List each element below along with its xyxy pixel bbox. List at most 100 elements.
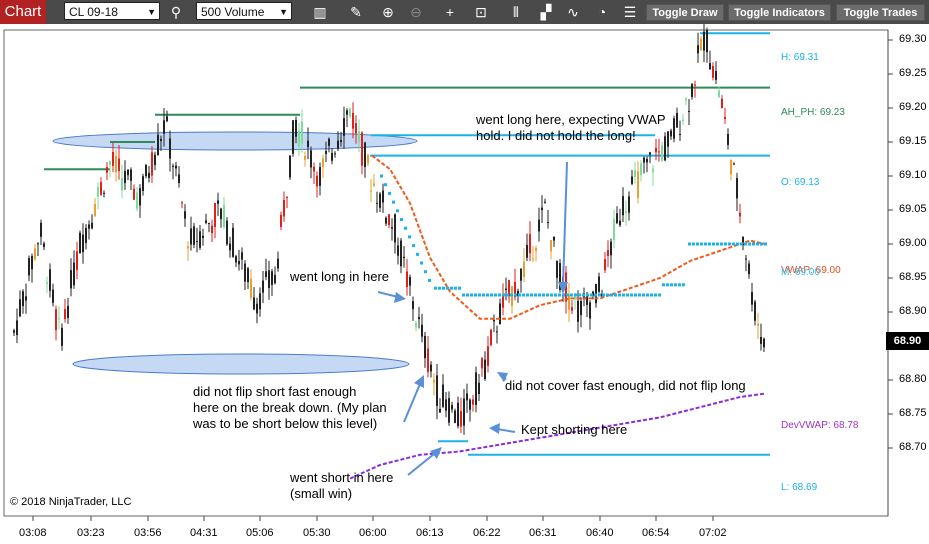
toggle-trades-button[interactable]: Toggle Trades [836,4,925,21]
candle-body [127,169,129,176]
candle-body [706,30,708,53]
candle-body [472,399,474,405]
vwap-dot [510,293,513,297]
candle-body [367,154,369,164]
vwap-dot [724,242,727,246]
bar-type-icon[interactable]: ⫴ [506,2,526,22]
vwap-dot [458,286,461,290]
chevron-down-icon: ▼ [279,7,288,17]
properties-icon[interactable]: ☰ [620,2,640,22]
instrument-selector[interactable]: CL 09-18 ▼ [64,2,160,20]
toggle-indicators-button[interactable]: Toggle Indicators [728,4,831,21]
candle-body [496,331,498,333]
y-tick-label: 69.30 [899,33,927,45]
candle-body [100,182,102,195]
vwap-dot [570,293,573,297]
vwap-dot [590,293,593,297]
toggle-draw-button[interactable]: Toggle Draw [646,4,724,21]
candle-body [169,138,171,159]
candle-body [319,167,321,186]
x-tick-label: 05:06 [246,527,274,539]
candle-body [145,165,147,177]
vwap-dot [696,242,699,246]
candle-body [37,243,39,245]
candle-body [256,303,258,314]
candle-body [61,327,63,346]
annotation-went-short-1: went short in here [290,470,394,485]
vwap-dot [396,209,399,213]
candle-body [262,280,264,293]
crosshair-icon[interactable]: + [440,2,460,22]
candle-body [223,204,225,227]
vwap-dot [642,293,645,297]
candle-body [175,165,177,169]
vwap-dot [658,293,661,297]
candle-body [757,323,759,326]
candle-body [160,138,162,142]
candle-body [316,175,318,187]
bars-icon[interactable]: ▥ [310,2,330,22]
vwap-dot [384,183,387,187]
vwap-dot [388,191,391,195]
search-icon[interactable]: ⚲ [166,2,186,22]
candle-body [445,399,447,411]
annotation-flip-short-3: was to be short below this level) [193,416,378,431]
candle-body [712,65,714,78]
zoom-in-icon[interactable]: ⊕ [378,2,398,22]
annotation-cover: did not cover fast enough, did not flip … [505,378,746,393]
candle-body [568,294,570,310]
candle-body [670,130,672,137]
vwap-dot [498,293,501,297]
candle-body [394,214,396,243]
candle-body [358,131,360,143]
pencil-icon[interactable]: ✎ [346,2,366,22]
candle-body [547,221,549,223]
price-chart[interactable] [0,24,929,544]
indicators-icon[interactable]: ∿ [563,2,583,22]
candle-body [505,288,507,290]
candle-body [520,268,522,281]
candle-body [142,176,144,191]
candle-body [55,309,57,330]
candle-body [607,249,609,256]
candle-body [217,200,219,204]
y-tick-label: 69.05 [899,203,927,215]
candle-body [751,291,753,305]
candle-body [181,202,183,204]
candle-body [523,261,525,278]
vwap-dot [574,293,577,297]
candle-body [76,251,78,271]
zoom-out-icon[interactable]: ⊖ [406,2,426,22]
interval-selector[interactable]: 500 Volume ▼ [196,2,292,20]
candle-body [478,382,480,394]
candle-body [349,108,351,117]
candle-body [490,329,492,345]
candle-body [469,399,471,410]
candle-body [598,276,600,292]
vwap-dot [638,293,641,297]
drawing-tools-icon[interactable]: ▞ [536,2,556,22]
candle-body [739,212,741,217]
vwap-dot [474,293,477,297]
plot-area [3,29,889,517]
vwap-dot [712,242,715,246]
candle-body [538,219,540,232]
candle-body [52,289,54,303]
strategies-icon[interactable]: ◔ [592,2,612,22]
candle-body [688,110,690,112]
candle-body [532,258,534,260]
vwap-dot [534,293,537,297]
candle-body [679,133,681,135]
vwap-dot [740,242,743,246]
candle-body [463,398,465,426]
candle-body [28,258,30,276]
data-box-icon[interactable]: ⊡ [471,2,491,22]
last-price-badge: 68.90 [886,332,929,350]
candle-body [745,258,747,260]
candle-body [82,234,84,253]
vwap-dot [678,283,681,287]
candle-body [412,301,414,310]
chart-toolbar: Chart CL 09-18 ▼ ⚲ 500 Volume ▼ ▥ ✎ ⊕ ⊖ + … [0,0,929,24]
candle-body [718,90,720,98]
candle-body [616,213,618,224]
